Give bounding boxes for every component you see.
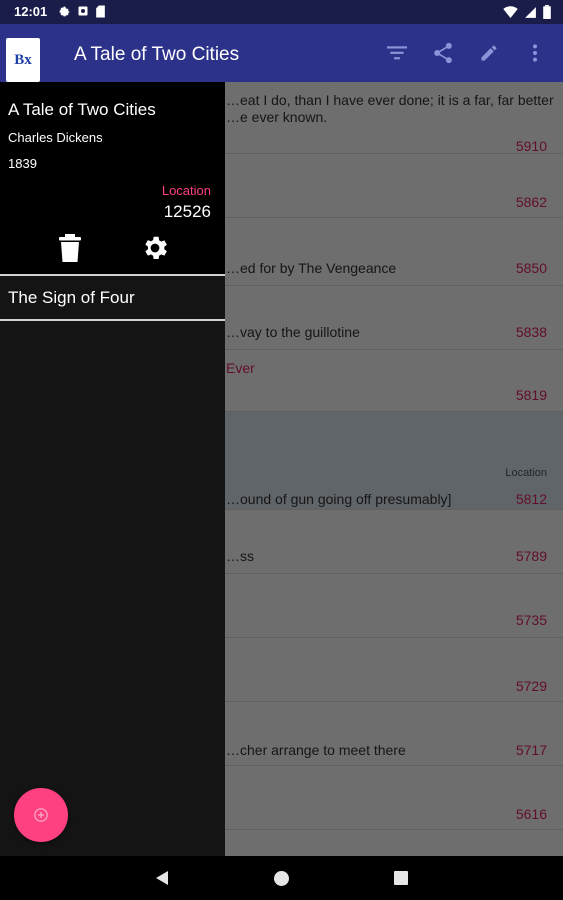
- wifi-icon: [503, 6, 518, 21]
- entry-text: …eat I do, than I have ever done; it is …: [226, 92, 554, 125]
- entry-location: 5729: [515, 678, 547, 694]
- media-icon: [77, 5, 89, 21]
- entry-location: 5910: [515, 138, 547, 154]
- drawer-location-value: 12526: [163, 202, 211, 221]
- highlight-label: Ever: [226, 360, 255, 376]
- app-bar: Bx A Tale of Two Cities: [0, 24, 563, 82]
- entry-location: 5616: [515, 806, 547, 822]
- entry-location: 5717: [515, 742, 547, 758]
- settings-icon: [58, 5, 71, 21]
- entry-text: …ed for by The Vengeance: [226, 260, 397, 276]
- delete-icon[interactable]: [56, 232, 84, 264]
- home-icon[interactable]: [274, 871, 289, 886]
- entry-text: …vay to the guillotine: [226, 324, 360, 340]
- entry-location-label: Location: [505, 467, 547, 479]
- drawer-item-label: The Sign of Four: [8, 288, 135, 307]
- status-time: 12:01: [14, 4, 48, 19]
- settings-gear-icon[interactable]: [140, 233, 170, 263]
- drawer-author: Charles Dickens: [8, 130, 103, 145]
- entry-location: 5819: [515, 387, 547, 403]
- recents-icon[interactable]: [394, 871, 408, 885]
- filter-icon[interactable]: [385, 41, 409, 65]
- navigation-drawer: A Tale of Two Cities Charles Dickens 183…: [0, 82, 225, 856]
- sd-card-icon: [95, 5, 106, 21]
- entry-location: 5862: [515, 194, 547, 210]
- more-vert-icon[interactable]: [523, 41, 547, 65]
- drawer-header: A Tale of Two Cities Charles Dickens 183…: [0, 82, 225, 275]
- entry-location: 5850: [515, 260, 547, 276]
- status-bar: 12:01: [0, 0, 563, 24]
- edit-icon[interactable]: [477, 41, 501, 65]
- drawer-book-title: A Tale of Two Cities: [8, 100, 156, 119]
- entry-location: 5789: [515, 548, 547, 564]
- drawer-location-label: Location: [161, 183, 211, 198]
- drawer-divider: [0, 319, 225, 321]
- add-circle-icon: [34, 808, 48, 822]
- drawer-year: 1839: [8, 156, 37, 171]
- battery-icon: [543, 5, 551, 22]
- signal-icon: [524, 6, 537, 22]
- entry-location: 5735: [515, 612, 547, 628]
- entry-location: 5812: [515, 491, 547, 507]
- entry-location: 5838: [515, 324, 547, 340]
- drawer-item-book[interactable]: The Sign of Four: [0, 276, 225, 319]
- share-icon[interactable]: [431, 41, 455, 65]
- entry-text: …ound of gun going off presumably]: [226, 491, 452, 507]
- back-icon[interactable]: [155, 870, 169, 891]
- system-nav-bar: [0, 856, 563, 900]
- app-title: A Tale of Two Cities: [74, 44, 240, 65]
- entry-text: …cher arrange to meet there: [226, 742, 406, 758]
- add-bookmark-fab[interactable]: [14, 788, 68, 842]
- app-logo[interactable]: Bx: [6, 38, 40, 82]
- entry-text: …ss: [226, 548, 254, 564]
